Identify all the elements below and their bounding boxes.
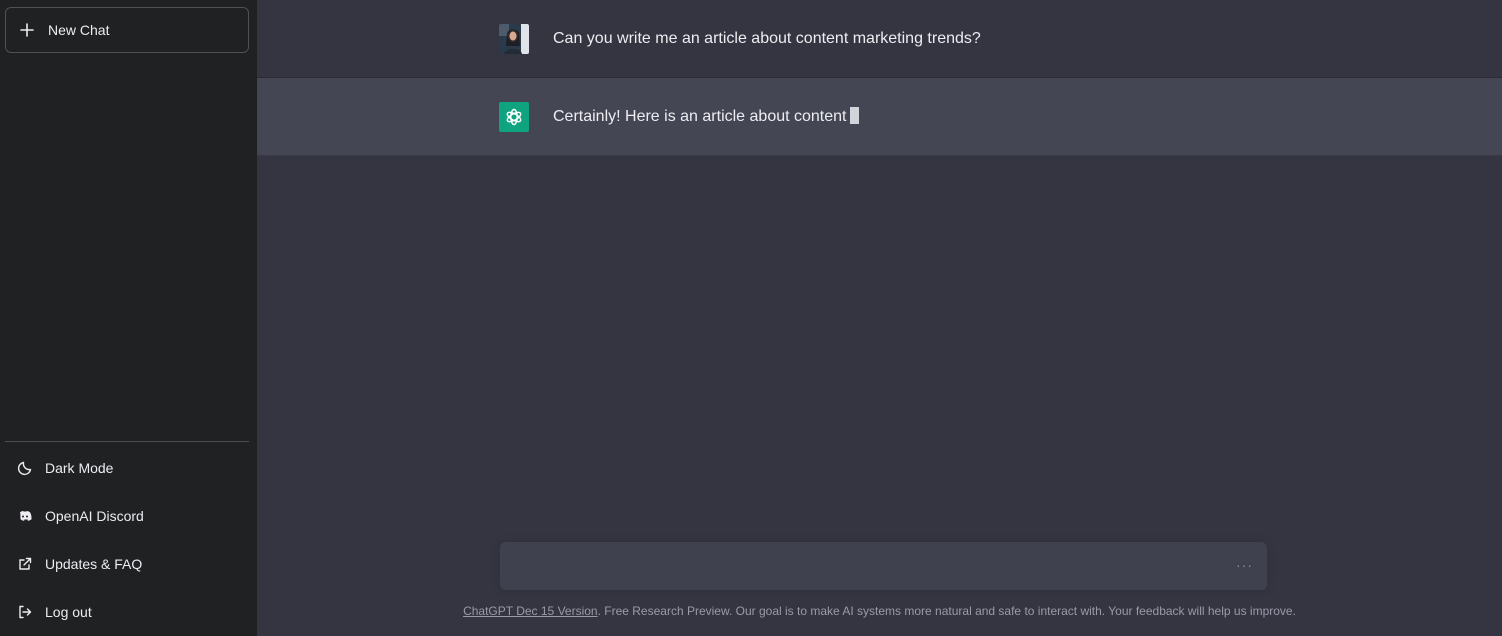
version-link[interactable]: ChatGPT Dec 15 Version [463,604,598,618]
updates-faq-label: Updates & FAQ [45,556,143,572]
loading-indicator: ··· [1236,557,1253,573]
log-out-button[interactable]: Log out [5,588,249,636]
plus-icon [20,23,34,37]
new-chat-label: New Chat [48,22,110,38]
assistant-message-text: Certainly! Here is an article about cont… [553,108,847,125]
chatgpt-logo-icon [499,101,529,132]
footer-disclaimer: ChatGPT Dec 15 Version. Free Research Pr… [257,604,1502,618]
sidebar-divider [5,441,249,442]
updates-faq-link[interactable]: Updates & FAQ [5,540,249,588]
user-message-row: Can you write me an article about conten… [257,0,1502,78]
log-out-label: Log out [45,604,92,620]
discord-icon [17,508,33,524]
footer-text: . Free Research Preview. Our goal is to … [597,604,1296,618]
assistant-message-row: Certainly! Here is an article about cont… [257,78,1502,156]
moon-icon [17,460,33,476]
chat-main: Can you write me an article about conten… [257,0,1502,636]
message-input[interactable] [500,542,1267,590]
chat-history [5,53,249,441]
message-composer: ··· [500,542,1267,590]
external-link-icon [17,556,33,572]
openai-discord-label: OpenAI Discord [45,508,144,524]
openai-discord-link[interactable]: OpenAI Discord [5,492,249,540]
dark-mode-label: Dark Mode [45,460,114,476]
assistant-message: Certainly! Here is an article about cont… [553,107,860,126]
user-message-text: Can you write me an article about conten… [553,29,981,47]
typing-cursor [850,107,860,124]
new-chat-button[interactable]: New Chat [5,7,249,53]
user-avatar [499,23,529,54]
logout-icon [17,604,33,620]
dark-mode-button[interactable]: Dark Mode [5,444,249,492]
app-window: New Chat Dark Mode OpenAI Discord Update… [0,0,1502,636]
sidebar: New Chat Dark Mode OpenAI Discord Update… [0,0,257,636]
